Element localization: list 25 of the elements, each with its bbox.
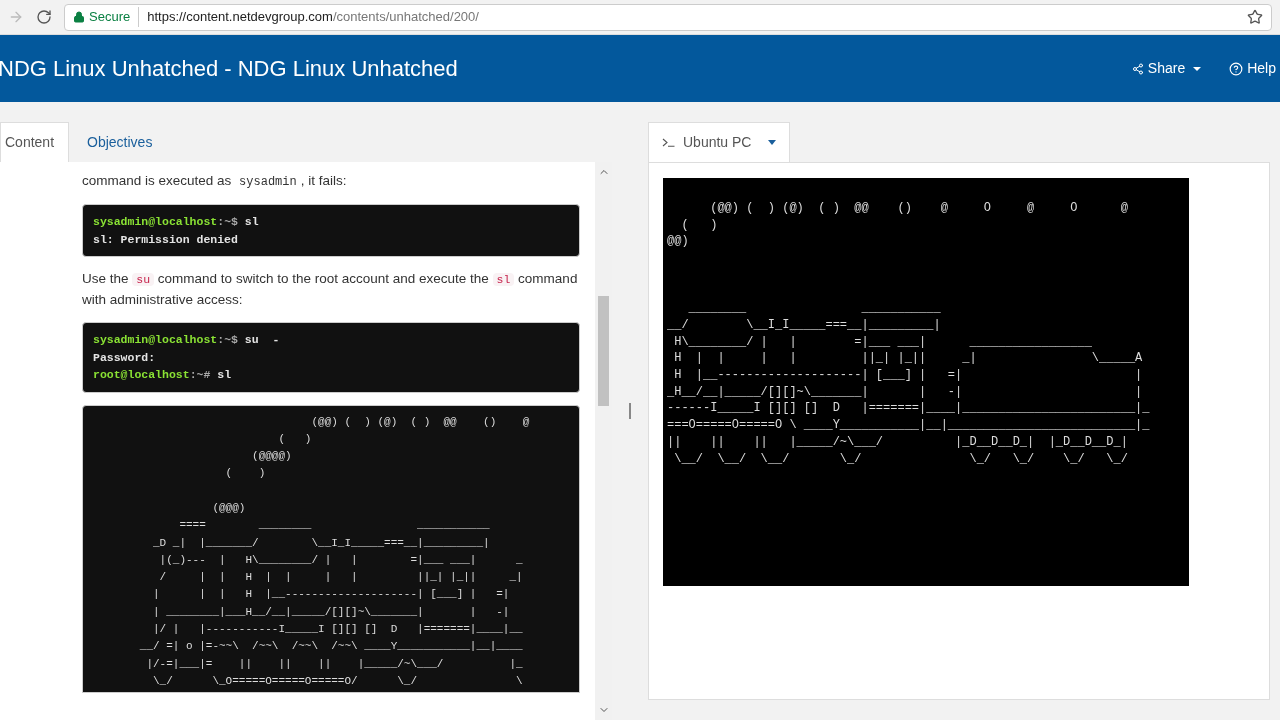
terminal-output: sysadmin@localhost:~$ sl sl: Permission denied (82, 204, 580, 257)
terminal-art: (@@) ( ) (@) ( ) @@ () @ ( ) (@@@@) ( ) (@@@) ==== ________ ___________ _D _| |_______/ \__I_I_____===__|_________| |(_)--- | H\________/ | | =|___ ___| _ / | | H | | | | ||_| |_|| _| | | | H |__--------------------| [___] | =| | ________|___H__/__|_____/[][]~\_______| | -| |/ | |-----------I_____I [][] [] D |=======|____|__ __/ =| o |=-~~\ /~~\ /~~\ /~~\ ____Y___________|__|____ |/-=|___|= || || || |_____/~\___/ |_ \_/ \_O=====O=====O=====O/ \_/ \ (82, 404, 580, 694)
content-tab[interactable]: Content (0, 122, 70, 162)
terminal-output: sysadmin@localhost:~$ su - Password: root@localhost:~# sl (82, 322, 580, 393)
url-text: https://content.netdevgroup.com/contents/unhatched/200/ (146, 8, 479, 27)
address-bar[interactable]: Secure https://content.netdevgroup.com/contents/unhatched/200/ (64, 3, 1272, 31)
help-button[interactable]: Help (1229, 58, 1276, 79)
page-title: NDG Linux Unhatched - NDG Linux Unhatched (0, 55, 458, 83)
caret-icon (1193, 66, 1202, 71)
terminal-screen[interactable]: (@@) ( ) (@) ( ) @@ () @ O @ O @ ( ) @@) ________ ___________ __/ \__I_I_____===__|_________| H\________/ | | =|___ ___| _________________ H | | | | ||_| |_|| _| \_____A H |__--------------------| [___] | =| | _H__/__|_____/[][]~\_______| | -| | ------I_____I [][] [] D |=======|____|________________________|_ ===O=====O=====O \ ____Y___________|__|__________________________|_ || || || |_____/~\___/ |_D__D__D_| |_D__D__D_| \__/ \__/ \__/ \_/ \_/ \_/ \_/ \_/ (663, 178, 1189, 586)
paragraph: Use the su command to switch to the root account and execute the sl command with administrative access: (82, 270, 579, 309)
caret-icon (768, 140, 776, 145)
secure-label: Secure (89, 7, 140, 27)
lock-icon (73, 11, 85, 23)
help-icon (1229, 61, 1244, 76)
share-icon (1131, 62, 1144, 75)
content-tab[interactable]: Objectives (69, 122, 171, 162)
scroll-thumb[interactable] (598, 296, 609, 406)
reload-icon[interactable] (36, 9, 52, 25)
share-menu-button[interactable]: Share (1131, 58, 1202, 79)
terminal-prompt-icon (662, 138, 675, 147)
forward-icon[interactable] (8, 9, 24, 25)
device-tab[interactable]: Ubuntu PC (648, 122, 790, 162)
paragraph: command is executed as sysadmin , it fails: (82, 172, 348, 191)
bookmark-star-icon[interactable] (1247, 9, 1263, 25)
